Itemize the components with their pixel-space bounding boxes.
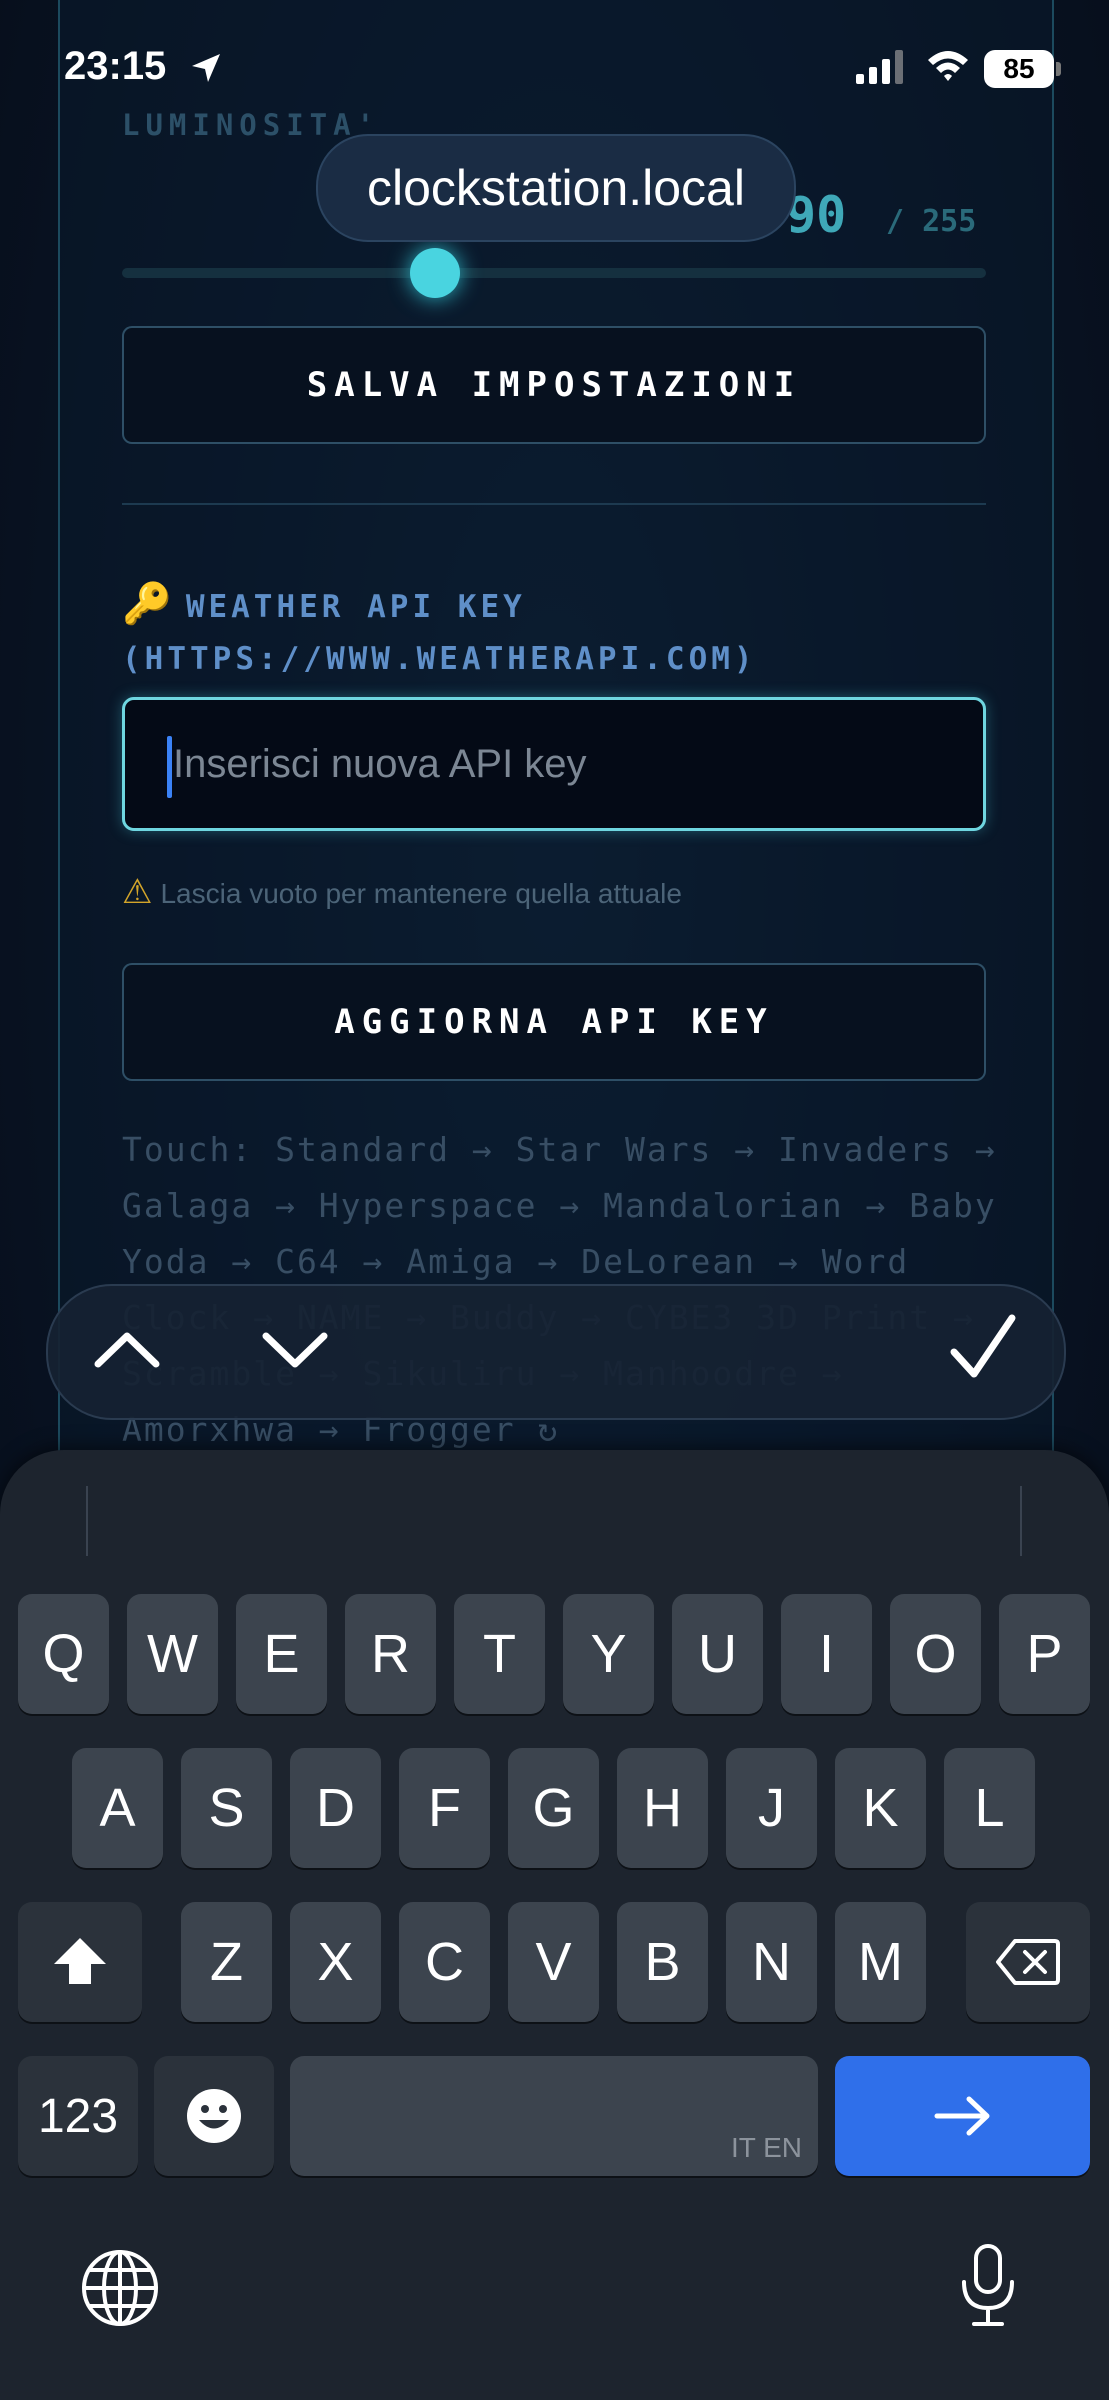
key-w[interactable]: W xyxy=(127,1594,218,1714)
key-s[interactable]: S xyxy=(181,1748,272,1868)
go-key[interactable] xyxy=(835,2056,1090,2176)
key-i[interactable]: I xyxy=(781,1594,872,1714)
key-t[interactable]: T xyxy=(454,1594,545,1714)
api-key-hint-text: Lascia vuoto per mantenere quella attual… xyxy=(160,878,682,909)
section-divider xyxy=(122,503,986,505)
microphone-icon[interactable] xyxy=(958,2242,1018,2328)
globe-icon[interactable] xyxy=(80,2248,160,2328)
weather-api-label: 🔑 WEATHER API KEY (HTTPS://WWW.WEATHERAPI… xyxy=(122,578,992,685)
chevron-up-icon[interactable] xyxy=(92,1324,162,1374)
url-pill[interactable]: clockstation.local xyxy=(316,134,796,242)
brightness-label: LUMINOSITA' xyxy=(122,108,381,142)
key-b[interactable]: B xyxy=(617,1902,708,2022)
cellular-signal-icon xyxy=(856,50,903,84)
space-key[interactable]: IT EN xyxy=(290,2056,818,2176)
brightness-max: / 255 xyxy=(886,204,977,239)
key-u[interactable]: U xyxy=(672,1594,763,1714)
save-settings-button[interactable]: SALVA IMPOSTAZIONI xyxy=(122,326,986,444)
checkmark-icon[interactable] xyxy=(948,1312,1018,1384)
delete-key[interactable] xyxy=(966,1902,1090,2022)
key-v[interactable]: V xyxy=(508,1902,599,2022)
key-c[interactable]: C xyxy=(399,1902,490,2022)
shift-icon xyxy=(54,1938,106,1984)
key-p[interactable]: P xyxy=(999,1594,1090,1714)
key-j[interactable]: J xyxy=(726,1748,817,1868)
key-h[interactable]: H xyxy=(617,1748,708,1868)
suggestion-divider-right xyxy=(1020,1486,1022,1556)
wifi-icon xyxy=(928,51,968,81)
numbers-key[interactable]: 123 xyxy=(18,2056,138,2176)
key-a[interactable]: A xyxy=(72,1748,163,1868)
key-g[interactable]: G xyxy=(508,1748,599,1868)
key-icon: 🔑 xyxy=(122,581,176,627)
key-n[interactable]: N xyxy=(726,1902,817,2022)
update-api-key-button[interactable]: AGGIORNA API KEY xyxy=(122,963,986,1081)
emoji-key[interactable] xyxy=(154,2056,274,2176)
key-y[interactable]: Y xyxy=(563,1594,654,1714)
chevron-down-icon[interactable] xyxy=(260,1324,330,1374)
key-x[interactable]: X xyxy=(290,1902,381,2022)
key-q[interactable]: Q xyxy=(18,1594,109,1714)
key-r[interactable]: R xyxy=(345,1594,436,1714)
key-m[interactable]: M xyxy=(835,1902,926,2022)
brightness-slider-track[interactable] xyxy=(122,268,986,278)
location-arrow-icon xyxy=(192,54,220,82)
warning-icon: ⚠ xyxy=(122,873,153,911)
key-z[interactable]: Z xyxy=(181,1902,272,2022)
language-indicator: IT EN xyxy=(730,2132,802,2163)
key-k[interactable]: K xyxy=(835,1748,926,1868)
shift-key[interactable] xyxy=(18,1902,142,2022)
weather-api-title: WEATHER API KEY xyxy=(185,589,526,625)
brightness-slider-thumb[interactable] xyxy=(410,248,460,298)
suggestion-divider-left xyxy=(86,1486,88,1556)
api-key-hint: ⚠ Lascia vuoto per mantenere quella attua… xyxy=(122,872,682,912)
api-key-placeholder: Inserisci nuova API key xyxy=(173,741,587,786)
key-o[interactable]: O xyxy=(890,1594,981,1714)
key-l[interactable]: L xyxy=(944,1748,1035,1868)
battery-indicator: 85 xyxy=(984,50,1054,88)
backspace-icon xyxy=(996,1939,1060,1985)
arrow-right-icon xyxy=(934,2096,989,2136)
weather-api-url: (HTTPS://WWW.WEATHERAPI.COM) xyxy=(122,641,757,677)
text-caret xyxy=(167,736,172,798)
emoji-icon xyxy=(187,2089,241,2143)
key-e[interactable]: E xyxy=(236,1594,327,1714)
status-time: 23:15 xyxy=(64,44,167,88)
api-key-input[interactable]: Inserisci nuova API key xyxy=(122,697,986,831)
key-f[interactable]: F xyxy=(399,1748,490,1868)
key-d[interactable]: D xyxy=(290,1748,381,1868)
battery-tip xyxy=(1056,62,1061,76)
keyboard-accessory-toolbar xyxy=(46,1284,1066,1420)
